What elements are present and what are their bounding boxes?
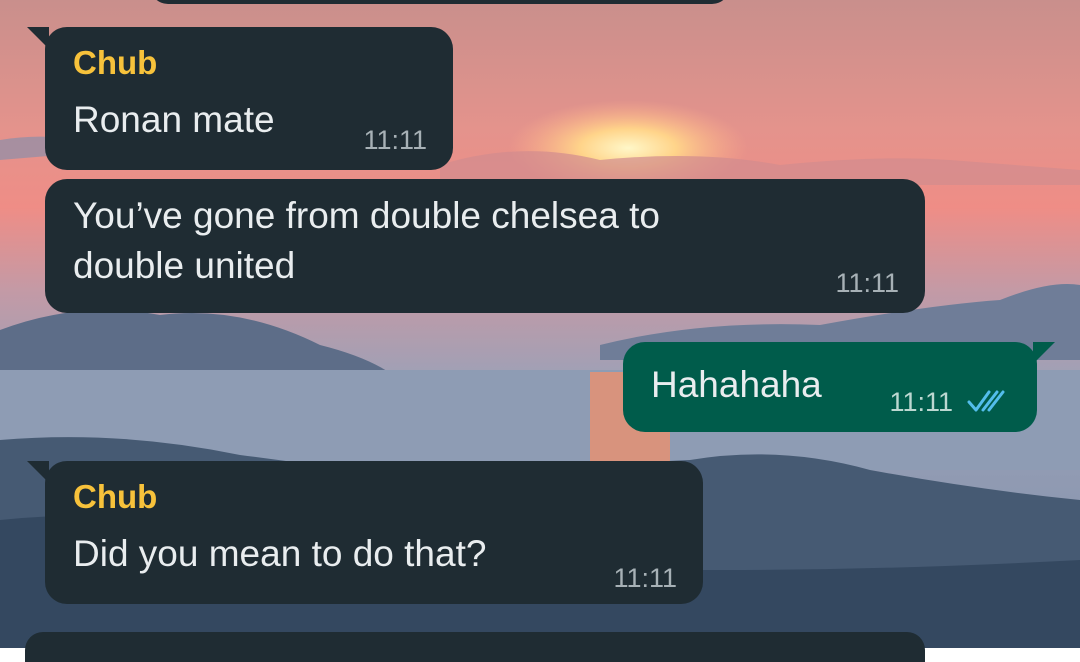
sender-name[interactable]: Chub xyxy=(73,477,677,517)
message-text: Did you mean to do that? xyxy=(73,533,487,574)
bubble-tail xyxy=(27,27,49,49)
bubble-tail xyxy=(27,461,49,483)
bubble-tail xyxy=(1033,342,1055,364)
sender-name[interactable]: Chub xyxy=(73,43,427,83)
incoming-message-bubble[interactable]: Chub Ronan mate 11:11 xyxy=(27,27,453,170)
message-text: You’ve gone from double chelsea to doubl… xyxy=(73,195,660,286)
message-time: 11:11 xyxy=(835,268,899,298)
message-text: Hahahaha xyxy=(651,364,822,405)
next-message-bubble[interactable] xyxy=(25,632,925,662)
message-time: 11:11 xyxy=(889,387,953,417)
outgoing-message-bubble[interactable]: Hahahaha 11:11 xyxy=(623,342,1055,432)
message-time: 11:11 xyxy=(613,563,677,593)
incoming-message-bubble[interactable]: You’ve gone from double chelsea to doubl… xyxy=(45,179,925,313)
double-check-icon xyxy=(967,390,1005,412)
previous-message-bubble[interactable] xyxy=(150,0,730,4)
message-time: 11:11 xyxy=(363,125,427,155)
incoming-message-bubble[interactable]: Chub Did you mean to do that? 11:11 xyxy=(27,461,703,604)
